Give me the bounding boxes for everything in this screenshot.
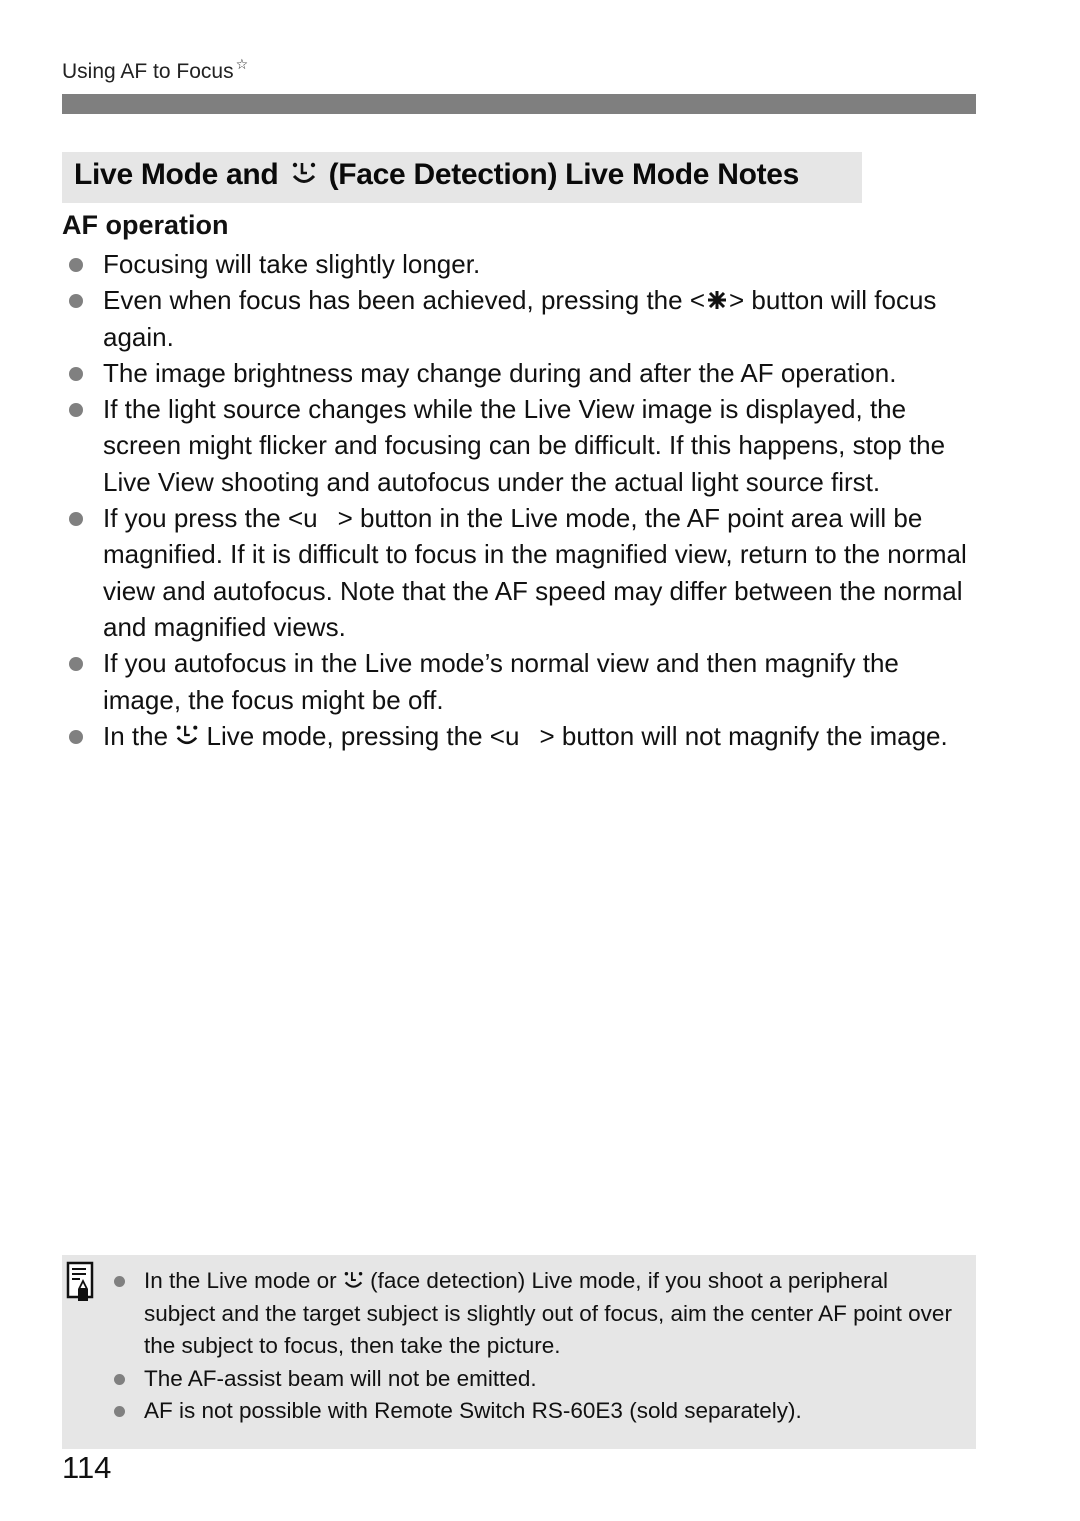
page-number: 114 [62,1450,112,1485]
note-item: In the Live mode or (face detection) Liv… [112,1265,962,1363]
bullet-icon [114,1406,125,1418]
bullet-icon [69,366,83,381]
bullet-icon [69,403,83,418]
item-text: If the light source changes while the Li… [103,394,946,497]
item-text-after: > button will not magnify the image. [539,720,948,751]
item-text-before: In the [103,720,169,751]
af-operation-list: Focusing will take slightly longer. Even… [62,246,977,754]
list-item: If you autofocus in the Live mode’s norm… [62,645,977,718]
bullet-icon [69,258,83,272]
item-text-before: If you press the <u [103,503,318,534]
running-head-text: Using AF to Focus [62,60,234,83]
list-item: In the Live mode, pressing the <u > butto… [62,718,977,754]
star-icon: ☆ [235,56,249,72]
list-item: If you press the <u > button in the Live … [62,500,977,645]
note-list: In the Live mode or (face detection) Liv… [112,1265,962,1428]
note-text: AF is not possible with Remote Switch RS… [144,1398,802,1424]
title-part-1: Live Mode and [74,158,279,191]
item-text: If you autofocus in the Live mode’s norm… [103,648,899,715]
list-item: Even when focus has been achieved, press… [62,282,977,355]
bullet-icon [114,1276,125,1287]
list-item: If the light source changes while the Li… [62,391,977,500]
face-detection-icon [344,1271,363,1288]
item-text: The image brightness may change during a… [103,357,897,388]
header-bar [62,94,976,114]
af-start-button-icon [708,291,727,310]
section-title-box: Live Mode and (Face Detection) Live Mode… [62,152,862,203]
af-operation-heading: AF operation [62,210,229,240]
face-detection-icon [292,162,315,183]
running-head: Using AF to Focus ☆ [62,56,248,84]
memo-pencil-icon [66,1261,94,1301]
section-title: Live Mode and (Face Detection) Live Mode… [74,158,799,192]
note-text-before: In the Live mode or [144,1268,337,1293]
item-text-before: Even when focus has been achieved, press… [103,285,706,316]
bullet-icon [69,657,83,672]
note-item: AF is not possible with Remote Switch RS… [112,1395,962,1428]
list-item: The image brightness may change during a… [62,355,977,391]
item-text: Focusing will take slightly longer. [103,249,481,279]
title-part-2: (Face Detection) Live Mode Notes [328,158,800,191]
note-item: The AF-assist beam will not be emitted. [112,1363,962,1396]
bullet-icon [114,1373,125,1385]
list-item: Focusing will take slightly longer. [62,246,977,282]
bullet-icon [69,294,83,309]
face-detection-icon [176,725,198,744]
bullet-icon [69,729,83,744]
note-box: In the Live mode or (face detection) Liv… [62,1255,976,1449]
note-text: The AF-assist beam will not be emitted. [144,1365,537,1391]
bullet-icon [69,512,83,527]
item-text-middle: Live mode, pressing the <u [206,720,520,751]
